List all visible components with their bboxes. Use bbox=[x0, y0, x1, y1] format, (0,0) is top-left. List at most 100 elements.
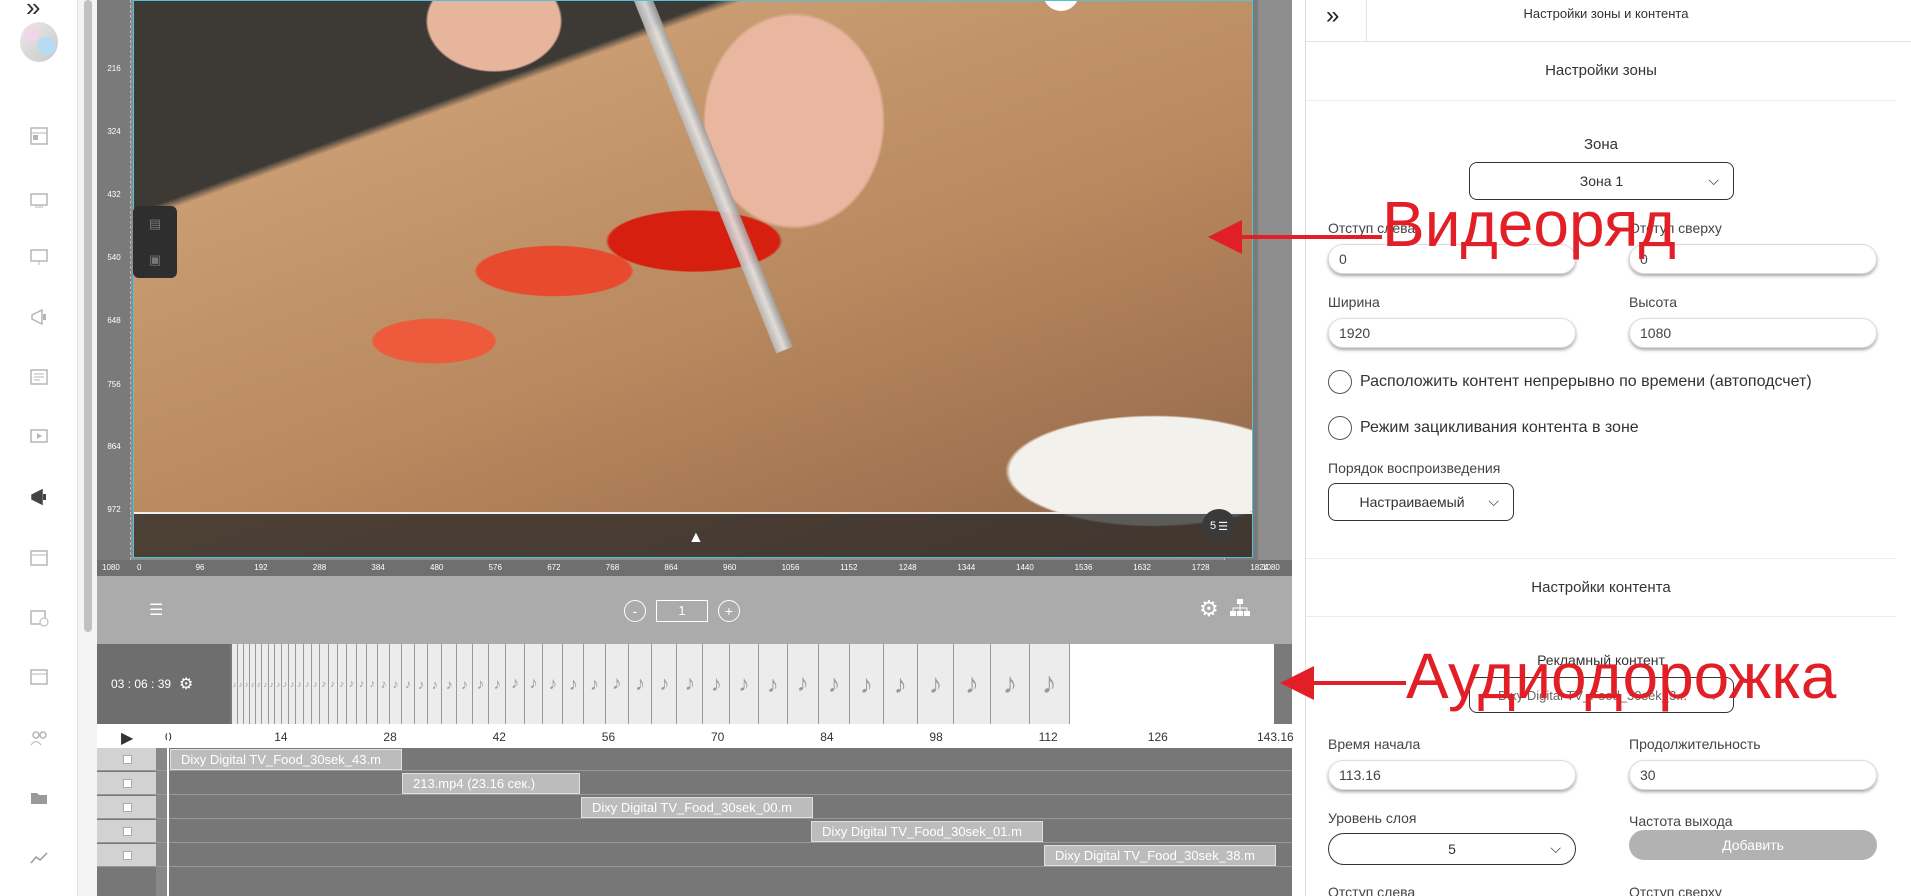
zone-label: Зона bbox=[1583, 136, 1619, 153]
music-note-icon: ♪ bbox=[563, 644, 585, 724]
double-chevron-right-icon[interactable]: » bbox=[1326, 2, 1339, 30]
video-icon[interactable] bbox=[0, 417, 78, 457]
ruler-tick: 576 bbox=[488, 563, 502, 572]
ruler-tick: 480 bbox=[430, 563, 444, 572]
users-icon[interactable] bbox=[0, 718, 78, 758]
row-checkbox[interactable] bbox=[123, 755, 132, 764]
vertical-ruler-left: 216 324 432 540 648 756 864 972 bbox=[97, 0, 131, 560]
audio-waveform-strip[interactable]: ♪ ♪ ♪ ♪ ♪ ♪ ♪ ♪ ♪ ♪ ♪ ♪ ♪ ♪ ♪ ♪ ♪ ♪ ♪ ♪ ♪ ♪ ♪ ♪ ♪ ♪ ♪ ♪ ♪ ♪ ♪ ♪ ♪ ♪ ♪ ♪ ♪ ♪ ♪ ♪… bbox=[232, 644, 1274, 724]
row-checkbox[interactable] bbox=[123, 851, 132, 860]
music-note-icon: ♪ bbox=[787, 644, 819, 724]
row-handle[interactable] bbox=[97, 772, 156, 794]
height-input[interactable]: 1080 bbox=[1629, 318, 1877, 348]
ruler-tick: 672 bbox=[547, 563, 561, 572]
screen-icon[interactable] bbox=[0, 180, 78, 220]
music-note-icon: ♪ bbox=[850, 644, 884, 724]
editor-area: 216 324 432 540 648 756 864 972 216 324 432 540 648… bbox=[97, 0, 1294, 896]
speaker-icon[interactable]: ▲ bbox=[688, 529, 704, 547]
layers-badge[interactable]: 5 ☰ bbox=[1202, 509, 1236, 543]
timeline-clip[interactable]: Dixy Digital TV_Food_30sek_43.m bbox=[170, 749, 402, 770]
music-note-icon: ♪ bbox=[282, 644, 290, 724]
layer-level-select[interactable]: 5 ⌵ bbox=[1328, 833, 1576, 865]
ruler-tick: 648 bbox=[107, 316, 121, 325]
loop-radio-label: Режим зацикливания контента в зоне bbox=[1360, 419, 1639, 436]
zoom-in-button[interactable]: + bbox=[718, 600, 740, 622]
timeline-row: Dixy Digital TV_Food_30sek_43.m bbox=[97, 748, 1292, 771]
ruler-tick: 216 bbox=[107, 64, 121, 73]
audio-arrow-line bbox=[1312, 681, 1406, 685]
megaphone-icon[interactable] bbox=[0, 297, 78, 337]
music-note-icon: ♪ bbox=[818, 644, 851, 724]
timeline-clip[interactable]: Dixy Digital TV_Food_30sek_01.m bbox=[811, 821, 1043, 842]
ruler-tick: 1248 bbox=[898, 563, 917, 572]
video-control-bar: ▲ 5 ☰ bbox=[134, 509, 1252, 557]
playback-order-select[interactable]: Настраиваемый ⌵ bbox=[1328, 483, 1514, 521]
save-icon[interactable]: ▣ bbox=[133, 242, 177, 278]
timeline-axis: ▶ 014284256708498112126143.16 bbox=[97, 724, 1294, 748]
start-time-input[interactable]: 113.16 bbox=[1328, 760, 1576, 790]
ruler-tick: 1824 bbox=[1250, 563, 1269, 572]
timeline-clip[interactable]: Dixy Digital TV_Food_30sek_00.m bbox=[581, 797, 813, 818]
sidebar-scrollbar[interactable] bbox=[84, 0, 92, 632]
row-handle[interactable] bbox=[97, 844, 156, 866]
music-note-icon: ♪ bbox=[584, 644, 606, 724]
music-note-icon: ♪ bbox=[402, 644, 415, 724]
music-note-icon: ♪ bbox=[347, 644, 357, 724]
play-icon[interactable]: ▶ bbox=[121, 728, 133, 748]
timeline-clip[interactable]: 213.mp4 (23.16 сек.) bbox=[402, 773, 580, 794]
music-note-icon: ♪ bbox=[703, 644, 731, 724]
music-note-icon: ♪ bbox=[652, 644, 678, 724]
folder-icon[interactable] bbox=[0, 778, 78, 818]
row-checkbox[interactable] bbox=[123, 827, 132, 836]
continuous-radio[interactable] bbox=[1328, 370, 1352, 394]
row-checkbox[interactable] bbox=[123, 779, 132, 788]
double-chevron-right-icon[interactable]: » bbox=[26, 0, 40, 20]
newspaper-icon[interactable] bbox=[0, 357, 78, 397]
zoom-value-input[interactable]: 1 bbox=[656, 600, 708, 622]
timeline-clip[interactable]: Dixy Digital TV_Food_30sek_38.m bbox=[1044, 845, 1276, 866]
row-handle[interactable] bbox=[97, 820, 156, 842]
ruler-tick: 864 bbox=[664, 563, 678, 572]
avatar[interactable] bbox=[20, 22, 58, 62]
music-note-icon: ♪ bbox=[677, 644, 704, 724]
minimize-window-icon[interactable]: ▤ bbox=[133, 206, 177, 242]
music-note-icon: ♪ bbox=[328, 644, 338, 724]
calendar-icon[interactable] bbox=[0, 537, 78, 577]
monitor-icon[interactable] bbox=[0, 237, 78, 277]
timeline-tick: 70 bbox=[711, 730, 725, 744]
row-handle[interactable] bbox=[97, 748, 156, 770]
megaphone-active-icon[interactable] bbox=[0, 477, 78, 517]
width-label: Ширина bbox=[1328, 294, 1380, 310]
row-handle[interactable] bbox=[97, 796, 156, 818]
loop-radio[interactable] bbox=[1328, 416, 1352, 440]
calendar-clock-icon[interactable] bbox=[0, 597, 78, 637]
gear-icon[interactable]: ⚙ bbox=[1199, 596, 1219, 622]
gear-icon[interactable]: ⚙ bbox=[179, 674, 193, 694]
playhead[interactable] bbox=[167, 724, 169, 896]
timeline-tick: 28 bbox=[383, 730, 397, 744]
width-input[interactable]: 1920 bbox=[1328, 318, 1576, 348]
music-note-icon: ♪ bbox=[275, 644, 283, 724]
music-note-icon: ♪ bbox=[506, 644, 525, 724]
trend-chart-icon[interactable] bbox=[0, 838, 78, 878]
content-section-title: Настройки контента bbox=[1531, 579, 1671, 596]
layer-level-value: 5 bbox=[1448, 841, 1456, 857]
list-icon[interactable]: ☰ bbox=[149, 600, 163, 620]
duration-input[interactable]: 30 bbox=[1629, 760, 1877, 790]
music-note-icon: ♪ bbox=[268, 644, 276, 724]
add-button[interactable]: Добавить bbox=[1629, 830, 1877, 860]
ruler-tick: 1152 bbox=[840, 563, 858, 572]
row-checkbox[interactable] bbox=[123, 803, 132, 812]
sitemap-icon[interactable] bbox=[1229, 598, 1251, 623]
zoom-out-button[interactable]: - bbox=[624, 600, 646, 622]
timeline-toolbar: ☰ - 1 + ⚙ bbox=[97, 576, 1292, 644]
browser-window-icon[interactable] bbox=[0, 657, 78, 697]
ruler-tick: 96 bbox=[195, 563, 205, 572]
panel-title: Настройки зоны и контента bbox=[1523, 6, 1689, 21]
app-window: » 216 324 432 540 648 756 864 972 ▲ 5 ☰ … bbox=[0, 0, 1911, 896]
video-preview[interactable]: ▲ 5 ☰ bbox=[133, 0, 1253, 558]
music-note-icon: ♪ bbox=[628, 644, 653, 724]
dashboard-icon[interactable] bbox=[0, 116, 78, 156]
music-note-icon: ♪ bbox=[883, 644, 919, 724]
ruler-tick: 540 bbox=[107, 253, 121, 262]
